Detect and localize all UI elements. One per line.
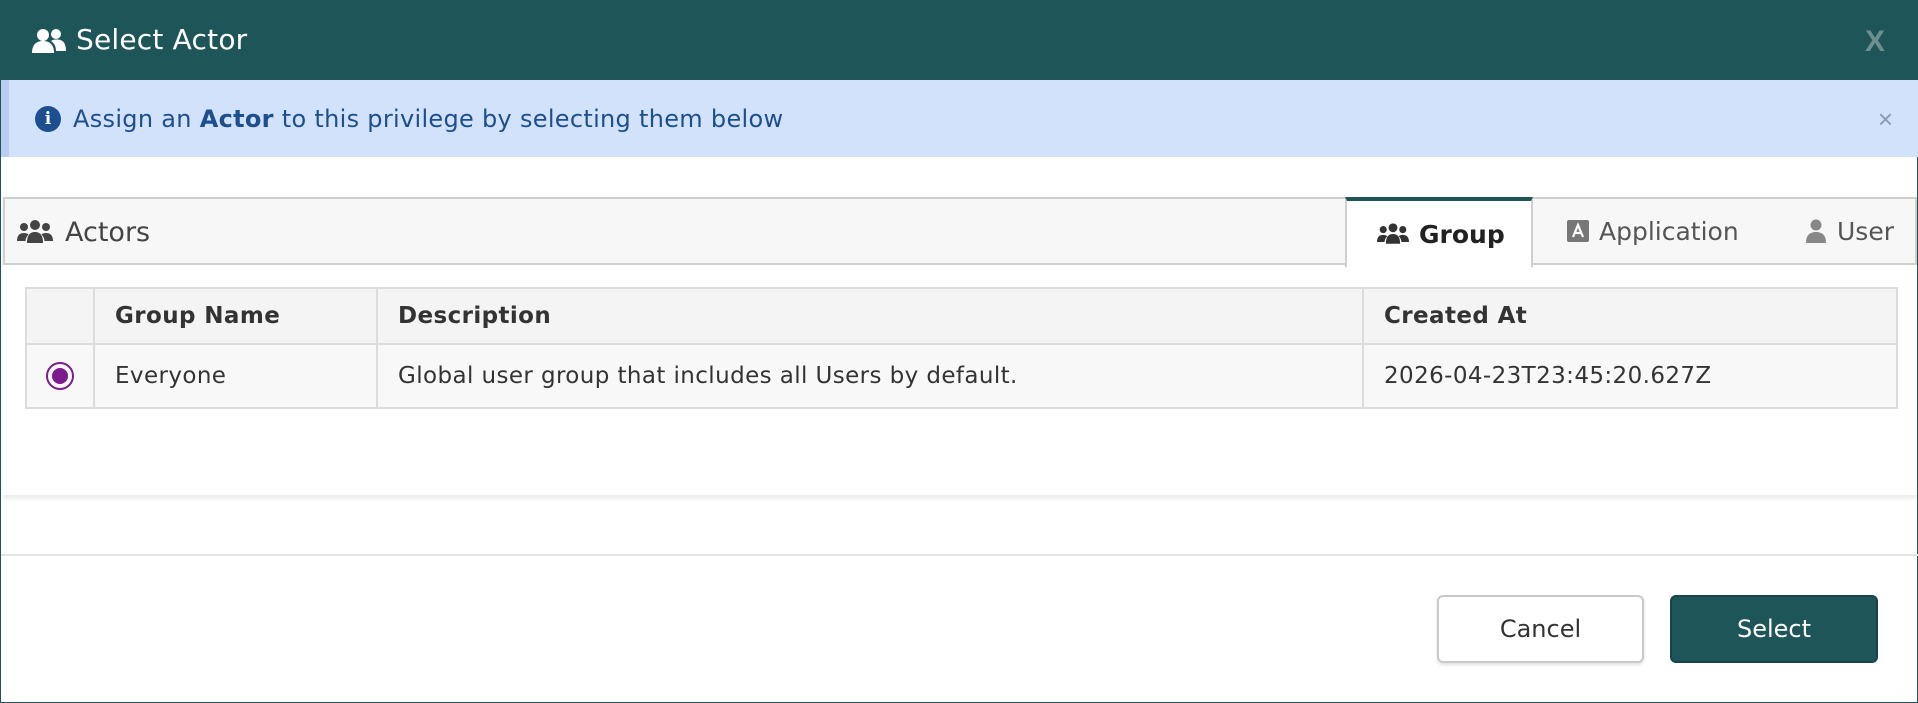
users-icon <box>17 220 53 243</box>
row-radio-button[interactable] <box>46 362 74 390</box>
created-at-cell: 2026-04-23T23:45:20.627Z <box>1362 343 1898 409</box>
info-alert: i Assign an Actor to this privilege by s… <box>1 80 1918 157</box>
close-button[interactable]: X <box>1865 25 1885 59</box>
column-header-select <box>25 287 95 345</box>
alert-dismiss-button[interactable]: × <box>1878 104 1893 135</box>
dialog-header: Select Actor X <box>1 1 1918 80</box>
tab-group[interactable]: Group <box>1345 197 1533 267</box>
alert-text-after: to this privilege by selecting them belo… <box>273 105 784 133</box>
panel-header: Actors Group Application User <box>3 197 1917 267</box>
panel-title: Actors <box>65 217 151 248</box>
tab-user-label: User <box>1837 216 1894 246</box>
actors-panel: Actors Group Application User Group Name… <box>3 197 1917 495</box>
groups-table: Group Name Description Created At Everyo… <box>25 287 1898 409</box>
alert-text-bold: Actor <box>199 105 274 133</box>
group-name-cell: Everyone <box>93 343 378 409</box>
alert-message: Assign an Actor to this privilege by sel… <box>73 105 783 133</box>
column-header-created-at[interactable]: Created At <box>1362 287 1898 345</box>
tab-user[interactable]: User <box>1775 197 1915 265</box>
select-actor-dialog: Select Actor X i Assign an Actor to this… <box>0 0 1918 703</box>
column-header-description[interactable]: Description <box>376 287 1364 345</box>
user-icon <box>1806 219 1826 243</box>
row-select-cell <box>25 343 95 409</box>
dialog-title: Select Actor <box>76 23 248 56</box>
users-icon <box>1377 223 1409 244</box>
column-header-group-name[interactable]: Group Name <box>93 287 378 345</box>
users-icon <box>32 29 66 53</box>
alert-text-before: Assign an <box>73 105 200 133</box>
application-icon <box>1567 220 1589 242</box>
tab-application-label: Application <box>1599 216 1739 246</box>
description-cell: Global user group that includes all User… <box>376 343 1364 409</box>
table-header-row: Group Name Description Created At <box>25 287 1898 345</box>
tab-application[interactable]: Application <box>1553 197 1753 265</box>
tab-group-label: Group <box>1419 219 1505 249</box>
select-button[interactable]: Select <box>1670 595 1878 663</box>
footer-divider <box>1 554 1918 556</box>
cancel-button[interactable]: Cancel <box>1437 595 1644 663</box>
table-row[interactable]: Everyone Global user group that includes… <box>25 343 1898 409</box>
info-icon: i <box>35 106 61 132</box>
